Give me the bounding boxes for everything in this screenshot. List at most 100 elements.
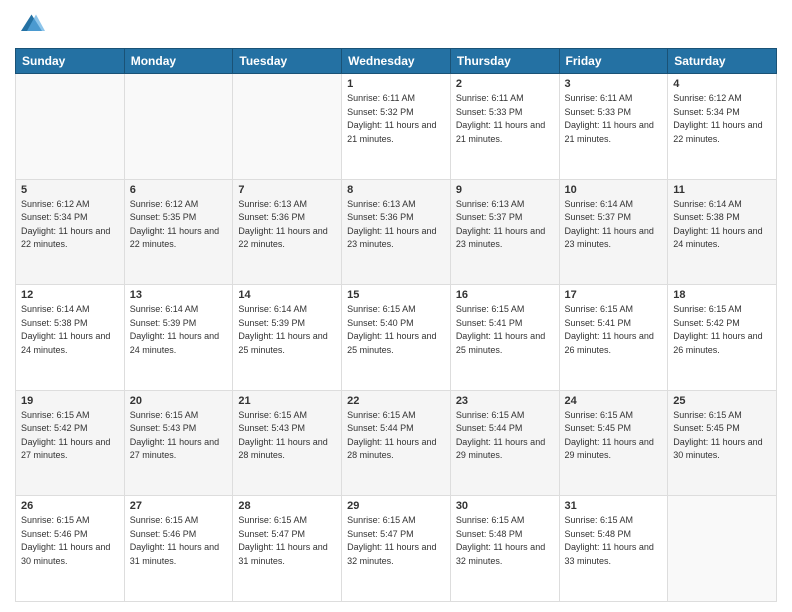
weekday-header-tuesday: Tuesday <box>233 49 342 74</box>
day-number: 3 <box>565 78 663 90</box>
day-number: 16 <box>456 289 554 301</box>
day-info: Sunrise: 6:11 AMSunset: 5:33 PMDaylight:… <box>565 92 663 146</box>
calendar-cell: 24Sunrise: 6:15 AMSunset: 5:45 PMDayligh… <box>559 390 668 496</box>
weekday-header-friday: Friday <box>559 49 668 74</box>
weekday-header-monday: Monday <box>124 49 233 74</box>
calendar-table: SundayMondayTuesdayWednesdayThursdayFrid… <box>15 48 777 602</box>
day-info: Sunrise: 6:12 AMSunset: 5:34 PMDaylight:… <box>673 92 771 146</box>
day-info: Sunrise: 6:15 AMSunset: 5:46 PMDaylight:… <box>130 514 228 568</box>
calendar-cell: 28 Sunrise: 6:15 AMSunset: 5:47 PMDayligh… <box>233 496 342 602</box>
day-number: 4 <box>673 78 771 90</box>
day-info: Sunrise: 6:15 AMSunset: 5:41 PMDaylight:… <box>456 303 554 357</box>
day-info: Sunrise: 6:14 AMSunset: 5:38 PMDaylight:… <box>21 303 119 357</box>
calendar-cell: 25 Sunrise: 6:15 AMSunset: 5:45 PMDayligh… <box>668 390 777 496</box>
day-number: 18 <box>673 289 771 301</box>
calendar-cell: 5 Sunrise: 6:12 AMSunset: 5:34 PMDaylight… <box>16 179 125 285</box>
calendar-cell: 1 Sunrise: 6:11 AMSunset: 5:32 PMDaylight… <box>342 74 451 180</box>
day-number: 26 <box>21 500 119 512</box>
day-number: 5 <box>21 184 119 196</box>
day-info: Sunrise: 6:11 AMSunset: 5:33 PMDaylight:… <box>456 92 554 146</box>
calendar-cell: 17Sunrise: 6:15 AMSunset: 5:41 PMDayligh… <box>559 285 668 391</box>
weekday-header-saturday: Saturday <box>668 49 777 74</box>
day-info: Sunrise: 6:13 AMSunset: 5:36 PMDaylight:… <box>238 198 336 252</box>
day-number: 20 <box>130 395 228 407</box>
day-number: 24 <box>565 395 663 407</box>
day-number: 14 <box>238 289 336 301</box>
calendar-cell <box>668 496 777 602</box>
day-info: Sunrise: 6:15 AMSunset: 5:47 PMDaylight:… <box>238 514 336 568</box>
day-info: Sunrise: 6:15 AMSunset: 5:46 PMDaylight:… <box>21 514 119 568</box>
day-info: Sunrise: 6:15 AMSunset: 5:44 PMDaylight:… <box>456 409 554 463</box>
week-row-2: 5 Sunrise: 6:12 AMSunset: 5:34 PMDaylight… <box>16 179 777 285</box>
calendar-cell: 20 Sunrise: 6:15 AMSunset: 5:43 PMDayligh… <box>124 390 233 496</box>
calendar-cell: 12 Sunrise: 6:14 AMSunset: 5:38 PMDayligh… <box>16 285 125 391</box>
calendar-cell <box>124 74 233 180</box>
calendar-cell: 2 Sunrise: 6:11 AMSunset: 5:33 PMDaylight… <box>450 74 559 180</box>
day-info: Sunrise: 6:14 AMSunset: 5:39 PMDaylight:… <box>130 303 228 357</box>
header <box>15 10 777 40</box>
calendar-cell: 3 Sunrise: 6:11 AMSunset: 5:33 PMDaylight… <box>559 74 668 180</box>
calendar-cell: 18 Sunrise: 6:15 AMSunset: 5:42 PMDayligh… <box>668 285 777 391</box>
logo-icon <box>15 10 45 40</box>
day-number: 7 <box>238 184 336 196</box>
day-number: 27 <box>130 500 228 512</box>
calendar-cell <box>233 74 342 180</box>
day-number: 31 <box>565 500 663 512</box>
calendar-cell: 31 Sunrise: 6:15 AMSunset: 5:48 PMDayligh… <box>559 496 668 602</box>
day-number: 22 <box>347 395 445 407</box>
calendar-cell: 22 Sunrise: 6:15 AMSunset: 5:44 PMDayligh… <box>342 390 451 496</box>
day-info: Sunrise: 6:15 AMSunset: 5:48 PMDaylight:… <box>565 514 663 568</box>
calendar-cell: 29Sunrise: 6:15 AMSunset: 5:47 PMDayligh… <box>342 496 451 602</box>
day-number: 1 <box>347 78 445 90</box>
day-info: Sunrise: 6:15 AMSunset: 5:42 PMDaylight:… <box>673 303 771 357</box>
day-number: 10 <box>565 184 663 196</box>
calendar-cell: 13 Sunrise: 6:14 AMSunset: 5:39 PMDayligh… <box>124 285 233 391</box>
day-info: Sunrise: 6:14 AMSunset: 5:37 PMDaylight:… <box>565 198 663 252</box>
calendar-cell: 8 Sunrise: 6:13 AMSunset: 5:36 PMDaylight… <box>342 179 451 285</box>
day-info: Sunrise: 6:12 AMSunset: 5:35 PMDaylight:… <box>130 198 228 252</box>
weekday-header-row: SundayMondayTuesdayWednesdayThursdayFrid… <box>16 49 777 74</box>
day-number: 30 <box>456 500 554 512</box>
day-number: 9 <box>456 184 554 196</box>
day-number: 25 <box>673 395 771 407</box>
day-number: 6 <box>130 184 228 196</box>
day-info: Sunrise: 6:15 AMSunset: 5:43 PMDaylight:… <box>238 409 336 463</box>
day-number: 13 <box>130 289 228 301</box>
calendar-cell <box>16 74 125 180</box>
day-info: Sunrise: 6:14 AMSunset: 5:39 PMDaylight:… <box>238 303 336 357</box>
calendar-cell: 11Sunrise: 6:14 AMSunset: 5:38 PMDayligh… <box>668 179 777 285</box>
day-number: 28 <box>238 500 336 512</box>
calendar-cell: 7 Sunrise: 6:13 AMSunset: 5:36 PMDaylight… <box>233 179 342 285</box>
day-number: 8 <box>347 184 445 196</box>
day-number: 11 <box>673 184 771 196</box>
page: SundayMondayTuesdayWednesdayThursdayFrid… <box>0 0 792 612</box>
day-number: 2 <box>456 78 554 90</box>
day-number: 19 <box>21 395 119 407</box>
day-info: Sunrise: 6:12 AMSunset: 5:34 PMDaylight:… <box>21 198 119 252</box>
day-info: Sunrise: 6:15 AMSunset: 5:40 PMDaylight:… <box>347 303 445 357</box>
day-info: Sunrise: 6:15 AMSunset: 5:43 PMDaylight:… <box>130 409 228 463</box>
day-number: 15 <box>347 289 445 301</box>
day-number: 12 <box>21 289 119 301</box>
day-info: Sunrise: 6:15 AMSunset: 5:45 PMDaylight:… <box>673 409 771 463</box>
calendar-cell: 9 Sunrise: 6:13 AMSunset: 5:37 PMDaylight… <box>450 179 559 285</box>
week-row-1: 1 Sunrise: 6:11 AMSunset: 5:32 PMDaylight… <box>16 74 777 180</box>
calendar-cell: 10 Sunrise: 6:14 AMSunset: 5:37 PMDayligh… <box>559 179 668 285</box>
calendar-cell: 4 Sunrise: 6:12 AMSunset: 5:34 PMDaylight… <box>668 74 777 180</box>
logo <box>15 10 49 40</box>
weekday-header-sunday: Sunday <box>16 49 125 74</box>
day-info: Sunrise: 6:15 AMSunset: 5:44 PMDaylight:… <box>347 409 445 463</box>
calendar-cell: 6 Sunrise: 6:12 AMSunset: 5:35 PMDaylight… <box>124 179 233 285</box>
day-info: Sunrise: 6:15 AMSunset: 5:48 PMDaylight:… <box>456 514 554 568</box>
calendar-cell: 26 Sunrise: 6:15 AMSunset: 5:46 PMDayligh… <box>16 496 125 602</box>
day-info: Sunrise: 6:11 AMSunset: 5:32 PMDaylight:… <box>347 92 445 146</box>
calendar-cell: 15 Sunrise: 6:15 AMSunset: 5:40 PMDayligh… <box>342 285 451 391</box>
day-info: Sunrise: 6:15 AMSunset: 5:47 PMDaylight:… <box>347 514 445 568</box>
weekday-header-thursday: Thursday <box>450 49 559 74</box>
calendar-cell: 14 Sunrise: 6:14 AMSunset: 5:39 PMDayligh… <box>233 285 342 391</box>
calendar-cell: 21Sunrise: 6:15 AMSunset: 5:43 PMDayligh… <box>233 390 342 496</box>
day-info: Sunrise: 6:13 AMSunset: 5:36 PMDaylight:… <box>347 198 445 252</box>
weekday-header-wednesday: Wednesday <box>342 49 451 74</box>
day-info: Sunrise: 6:15 AMSunset: 5:42 PMDaylight:… <box>21 409 119 463</box>
day-info: Sunrise: 6:13 AMSunset: 5:37 PMDaylight:… <box>456 198 554 252</box>
